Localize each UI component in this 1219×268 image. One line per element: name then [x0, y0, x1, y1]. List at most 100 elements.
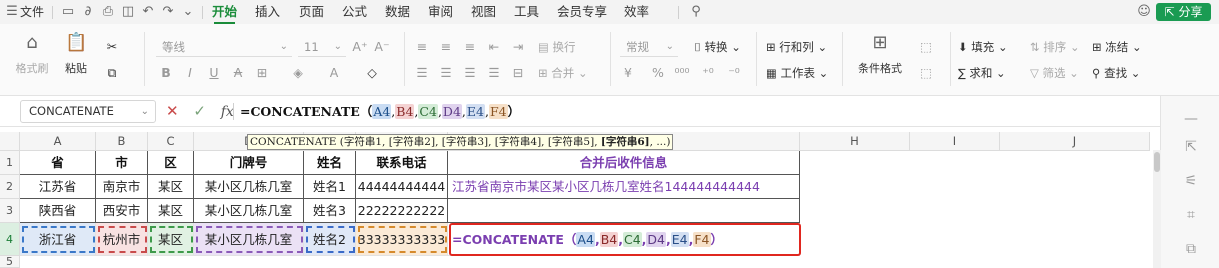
align-right-icon[interactable]: ☰ [462, 64, 478, 82]
undo-icon[interactable]: ↶ [140, 4, 156, 20]
merge-button[interactable]: ⊞ 合并 ⌄ [538, 64, 588, 82]
tab-insert[interactable]: 插入 [255, 0, 280, 24]
cell-e2[interactable]: 姓名1 [304, 175, 356, 199]
font-size-select[interactable]: 11 ⌄ [298, 37, 346, 57]
tab-review[interactable]: 审阅 [428, 0, 453, 24]
cell-a3[interactable]: 陕西省 [20, 199, 96, 223]
freeze-button[interactable]: ⊞ 冻结 ⌄ [1092, 38, 1142, 56]
cut-icon[interactable]: ✂ [104, 38, 120, 56]
cell-b4[interactable]: 杭州市 [96, 223, 148, 256]
cell-g2[interactable]: 江苏省南京市某区某小区几栋几室姓名144444444444 [448, 175, 800, 199]
border-icon[interactable]: ⊞ [254, 64, 270, 82]
column-header-i[interactable]: I [910, 132, 1000, 151]
decrease-decimal-icon[interactable]: ⁻⁰ [726, 64, 742, 82]
underline-icon[interactable]: U [206, 64, 222, 82]
indent-decrease-icon[interactable]: ⇤ [486, 38, 502, 56]
tab-page[interactable]: 页面 [299, 0, 324, 24]
cell-e3[interactable]: 姓名3 [304, 199, 356, 223]
tab-tools[interactable]: 工具 [514, 0, 539, 24]
cell-g3[interactable] [448, 199, 800, 223]
indent-increase-icon[interactable]: ⇥ [510, 38, 526, 56]
chat-icon[interactable]: ☺ [1136, 4, 1152, 20]
tab-member[interactable]: 会员专享 [557, 0, 607, 24]
column-header-j[interactable]: J [1000, 132, 1150, 151]
currency-icon[interactable]: ¥ [620, 64, 636, 82]
column-header-h[interactable]: H [800, 132, 910, 151]
cell-style-icon[interactable]: ⬚ [918, 38, 934, 56]
sum-button[interactable]: ∑ 求和 ⌄ [958, 64, 1006, 82]
cell-e1[interactable]: 姓名 [304, 151, 356, 175]
italic-icon[interactable]: I [182, 64, 198, 82]
align-top-icon[interactable]: ≡ [414, 38, 430, 56]
cell-b1[interactable]: 市 [96, 151, 148, 175]
align-center-icon[interactable]: ☰ [438, 64, 454, 82]
font-name-select[interactable]: 等线 ⌄ [156, 37, 292, 57]
insert-function-icon[interactable]: fx [221, 104, 234, 120]
tab-efficiency[interactable]: 效率 [624, 0, 649, 24]
wrap-text-button[interactable]: ▤ 换行 [538, 38, 576, 56]
cell-f3[interactable]: 22222222222 [356, 199, 448, 223]
bold-icon[interactable]: B [158, 64, 174, 82]
cell-a2[interactable]: 江苏省 [20, 175, 96, 199]
gallery-icon[interactable]: ⧉ [1182, 240, 1200, 258]
row-header-1[interactable]: 1 [0, 151, 20, 175]
row-header-5[interactable]: 5 [0, 256, 20, 268]
select-all-corner[interactable] [0, 132, 20, 151]
rows-cols-button[interactable]: ⊞ 行和列 ⌄ [766, 38, 827, 56]
minimize-icon[interactable]: — [1182, 110, 1200, 128]
file-icon[interactable]: ▭ [60, 4, 76, 20]
cell-f1[interactable]: 联系电话 [356, 151, 448, 175]
cell-b2[interactable]: 南京市 [96, 175, 148, 199]
cell-f2[interactable]: 44444444444 [356, 175, 448, 199]
fill-color-icon[interactable]: ◈ [290, 64, 306, 82]
font-color-icon[interactable]: A [326, 64, 342, 82]
file-menu[interactable]: 文件 [20, 0, 44, 24]
formula-input[interactable]: =CONCATENATE（A4,B4,C4,D4,E4,F4） [240, 102, 520, 122]
paste-button[interactable]: 📋 粘贴 [58, 32, 94, 76]
conditional-format-button[interactable]: ⊞ 条件格式 [850, 32, 910, 76]
cell-d2[interactable]: 某小区几栋几室 [194, 175, 304, 199]
font-grow-icon[interactable]: A⁺ [352, 38, 368, 56]
row-header-3[interactable]: 3 [0, 199, 20, 223]
share-button[interactable]: ⇱ 分享 [1156, 3, 1211, 21]
fill-button[interactable]: ⬇ 填充 ⌄ [958, 38, 1008, 56]
cell-g1[interactable]: 合并后收件信息 [448, 151, 800, 175]
cell-a1[interactable]: 省 [20, 151, 96, 175]
cell-e4[interactable]: 姓名2 [304, 223, 356, 256]
crop-icon[interactable]: ⌗ [1182, 206, 1200, 224]
cell-d4[interactable]: 某小区几栋几室 [194, 223, 304, 256]
grid-icon[interactable]: ☰ [4, 4, 20, 20]
column-header-a[interactable]: A [20, 132, 96, 151]
justify-icon[interactable]: ☰ [486, 64, 502, 82]
name-box[interactable]: CONCATENATE ⌄ [20, 100, 156, 123]
column-header-b[interactable]: B [96, 132, 148, 151]
link-icon[interactable]: ∂ [80, 4, 96, 20]
sort-button[interactable]: ⇅ 排序 ⌄ [1030, 38, 1080, 56]
cell-c2[interactable]: 某区 [148, 175, 194, 199]
column-header-c[interactable]: C [148, 132, 194, 151]
thousands-icon[interactable]: ⁰⁰⁰ [674, 64, 690, 82]
find-button[interactable]: ⚲ 查找 ⌄ [1092, 64, 1140, 82]
cell-f4[interactable]: 33333333333 [356, 223, 448, 256]
align-left-icon[interactable]: ☰ [414, 64, 430, 82]
filter-button[interactable]: ▽ 筛选 ⌄ [1030, 64, 1079, 82]
print-icon[interactable]: ⎙ [100, 4, 116, 20]
editing-cell-formula[interactable]: =CONCATENATE（A4,B4,C4,D4,E4,F4） [452, 230, 723, 250]
select-icon[interactable]: ⇱ [1182, 138, 1200, 156]
clear-icon[interactable]: ◇ [364, 64, 380, 82]
cell-a4[interactable]: 浙江省 [20, 223, 96, 256]
number-format-select[interactable]: 常规 ⌄ [620, 37, 678, 57]
cell-c3[interactable]: 某区 [148, 199, 194, 223]
strikethrough-icon[interactable]: A [230, 64, 246, 82]
print-preview-icon[interactable]: ◫ [120, 4, 136, 20]
more-icon[interactable]: ⌄ [180, 4, 196, 20]
row-header-4[interactable]: 4 [0, 223, 20, 256]
align-middle-icon[interactable]: ≡ [438, 38, 454, 56]
cell-d1[interactable]: 门牌号 [194, 151, 304, 175]
font-shrink-icon[interactable]: A⁻ [374, 38, 390, 56]
filter-settings-icon[interactable]: ⚟ [1182, 172, 1200, 190]
increase-decimal-icon[interactable]: ⁺⁰ [700, 64, 716, 82]
tab-data[interactable]: 数据 [385, 0, 410, 24]
scroll-thumb[interactable] [1154, 152, 1160, 172]
table-style-icon[interactable]: ⬚ [918, 64, 934, 82]
